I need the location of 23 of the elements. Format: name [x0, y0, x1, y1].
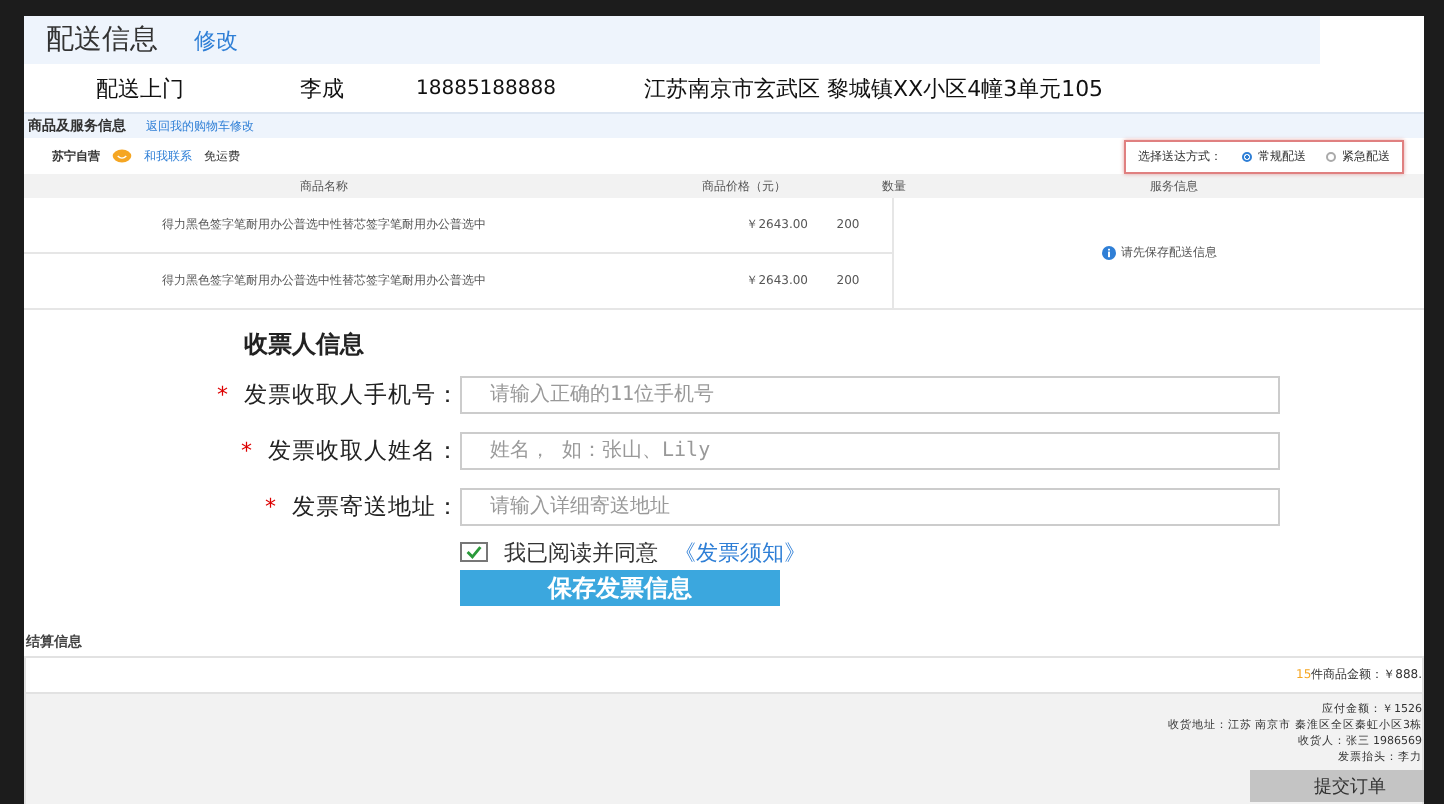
recipient-address: 江苏南京市玄武区 黎城镇XX小区4幢3单元105 — [644, 73, 1104, 103]
input-field[interactable]: 请输入详细寄送地址 — [460, 487, 1280, 525]
recipient-phone: 18885188888 — [416, 77, 558, 99]
field-label: 发票寄送地址： — [292, 491, 460, 521]
invoice-notice-link[interactable]: 《发票须知》 — [674, 537, 806, 567]
save-invoice-button[interactable]: 保存发票信息 — [460, 570, 780, 606]
field-label: 发票收取人手机号： — [244, 379, 460, 409]
submit-order-button[interactable]: 提交订单 — [1250, 770, 1424, 802]
invoice-title: 收票人信息 — [244, 328, 366, 362]
agree-text: 我已阅读并同意 — [504, 537, 658, 567]
input-field[interactable]: 请输入正确的11位手机号 — [460, 375, 1280, 413]
edit-link[interactable]: 修改 — [194, 25, 238, 55]
required-mark: * — [241, 437, 252, 463]
input-field[interactable]: 姓名， 如：张山、Lily — [460, 431, 1280, 469]
required-mark: * — [217, 381, 228, 407]
agree-checkbox[interactable] — [460, 542, 488, 562]
smiley-icon — [112, 148, 132, 164]
info-icon — [1101, 246, 1115, 260]
delivery-method: 配送上门 — [96, 73, 186, 103]
recipient-name: 李成 — [300, 73, 346, 103]
section-title: 配送信息 — [46, 22, 158, 58]
required-mark: * — [265, 493, 276, 519]
field-label: 发票收取人姓名： — [268, 435, 460, 465]
